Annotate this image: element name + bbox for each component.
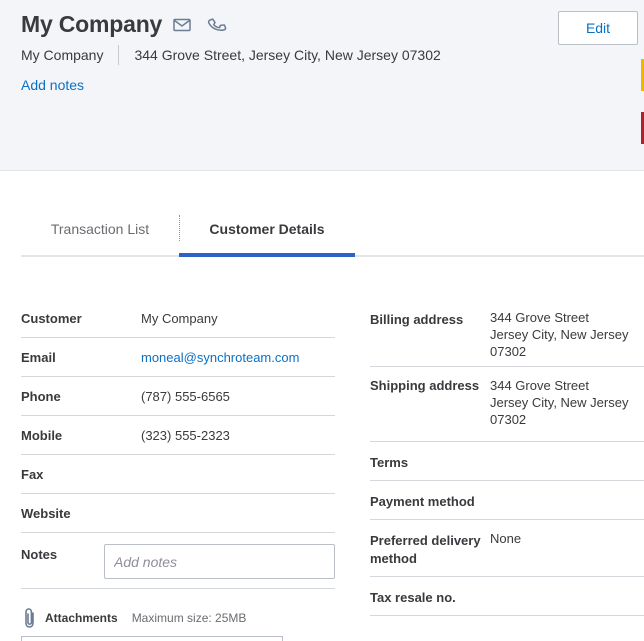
detail-row-shipping: Shipping address 344 Grove Street Jersey… bbox=[370, 367, 644, 442]
attachments-section: Attachments Maximum size: 25MB bbox=[21, 607, 246, 629]
company-name: My Company bbox=[21, 47, 104, 63]
website-label: Website bbox=[21, 506, 71, 521]
page-title: My Company bbox=[21, 11, 163, 37]
phone-icon[interactable] bbox=[207, 15, 227, 35]
delivery-method-label: Preferred delivery method bbox=[370, 533, 481, 566]
billing-line: 07302 bbox=[490, 344, 527, 359]
address-details: Billing address 344 Grove Street Jersey … bbox=[370, 299, 644, 616]
company-address: 344 Grove Street, Jersey City, New Jerse… bbox=[134, 47, 441, 63]
detail-row-payment-method: Payment method bbox=[370, 481, 644, 520]
paperclip-icon bbox=[21, 607, 39, 629]
contact-details: Customer My Company Email moneal@synchro… bbox=[21, 299, 335, 589]
add-notes-link[interactable]: Add notes bbox=[21, 77, 84, 93]
tab-customer-details[interactable]: Customer Details bbox=[179, 203, 355, 257]
customer-header: My Company My Company 344 Grove Street, … bbox=[0, 0, 644, 171]
tab-bar: Transaction List Customer Details bbox=[21, 203, 644, 257]
billing-label: Billing address bbox=[370, 312, 464, 327]
customer-value: My Company bbox=[141, 311, 218, 326]
notes-input[interactable] bbox=[104, 544, 335, 579]
phone-value: (787) 555-6565 bbox=[141, 389, 230, 404]
shipping-line: 344 Grove Street bbox=[490, 378, 589, 393]
terms-label: Terms bbox=[370, 455, 409, 470]
email-label: Email bbox=[21, 350, 56, 365]
attachments-label: Attachments bbox=[45, 611, 118, 625]
customer-label: Customer bbox=[21, 311, 82, 326]
mobile-label: Mobile bbox=[21, 428, 63, 443]
detail-row-terms: Terms bbox=[370, 442, 644, 481]
billing-line: 344 Grove Street bbox=[490, 310, 589, 325]
divider bbox=[118, 45, 120, 65]
shipping-label: Shipping address bbox=[370, 378, 480, 393]
detail-row-notes: Notes bbox=[21, 533, 335, 589]
detail-row-fax: Fax bbox=[21, 455, 335, 494]
detail-row-tax-resale: Tax resale no. bbox=[370, 577, 644, 616]
header-subline: My Company 344 Grove Street, Jersey City… bbox=[21, 45, 441, 65]
payment-method-label: Payment method bbox=[370, 494, 475, 509]
detail-row-mobile: Mobile (323) 555-2323 bbox=[21, 416, 335, 455]
detail-row-billing: Billing address 344 Grove Street Jersey … bbox=[370, 299, 644, 367]
detail-row-email: Email moneal@synchroteam.com bbox=[21, 338, 335, 377]
detail-row-customer: Customer My Company bbox=[21, 299, 335, 338]
delivery-method-value: None bbox=[490, 531, 522, 546]
detail-row-phone: Phone (787) 555-6565 bbox=[21, 377, 335, 416]
billing-value: 344 Grove Street Jersey City, New Jersey… bbox=[490, 309, 628, 360]
tab-transaction-list[interactable]: Transaction List bbox=[21, 203, 179, 255]
mobile-value: (323) 555-2323 bbox=[141, 428, 230, 443]
notes-label: Notes bbox=[21, 547, 58, 562]
shipping-line: Jersey City, New Jersey bbox=[490, 395, 629, 410]
phone-label: Phone bbox=[21, 389, 61, 404]
attachments-max-size: Maximum size: 25MB bbox=[131, 611, 247, 625]
detail-row-website: Website bbox=[21, 494, 335, 533]
attachment-drop-zone[interactable] bbox=[21, 636, 283, 641]
billing-line: Jersey City, New Jersey bbox=[490, 327, 629, 342]
shipping-line: 07302 bbox=[490, 412, 527, 427]
edit-button[interactable]: Edit bbox=[558, 11, 638, 45]
fax-label: Fax bbox=[21, 467, 44, 482]
mail-icon[interactable] bbox=[172, 15, 192, 35]
email-link[interactable]: moneal@synchroteam.com bbox=[141, 350, 299, 365]
tax-resale-label: Tax resale no. bbox=[370, 590, 456, 605]
detail-row-delivery-method: Preferred delivery method None bbox=[370, 520, 644, 577]
shipping-value: 344 Grove Street Jersey City, New Jersey… bbox=[490, 377, 628, 428]
